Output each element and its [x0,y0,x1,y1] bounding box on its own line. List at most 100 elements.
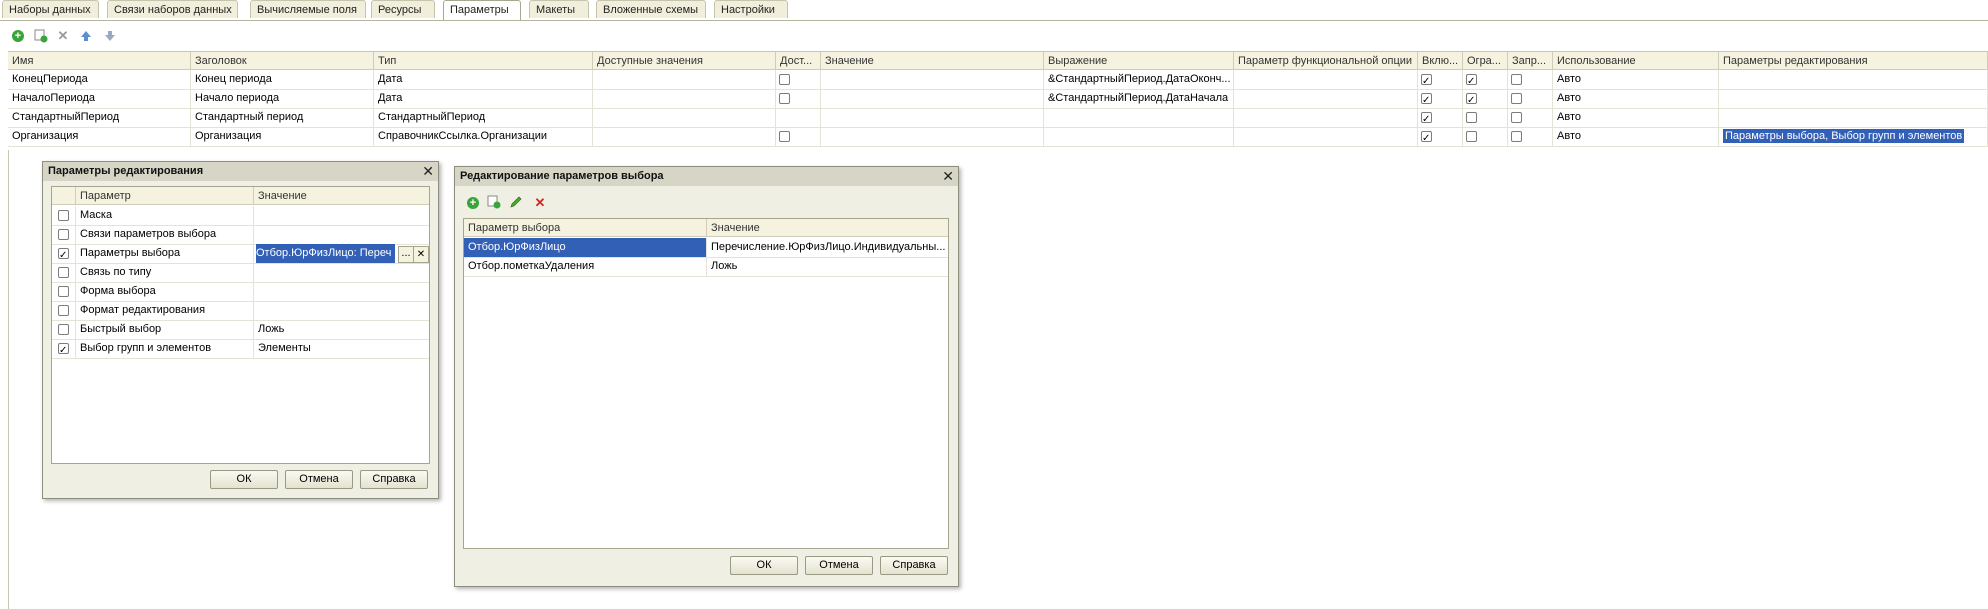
col-header-title[interactable]: Заголовок [191,52,374,70]
cell-value[interactable]: Отбор.ЮрФизЛицо: Переч ... ✕ [254,244,429,263]
ellipsis-button[interactable]: ... [398,246,414,263]
tab-dataset-links[interactable]: Связи наборов данных [107,0,238,18]
add-icon[interactable]: + [465,195,481,211]
move-up-icon[interactable] [78,28,94,44]
cell-value [821,70,1044,89]
row-checkbox[interactable] [58,304,69,316]
limit-checkbox[interactable] [1466,72,1477,89]
tab-calculated-fields[interactable]: Вычисляемые поля [250,0,366,18]
table-row[interactable]: Формат редактирования [52,301,429,321]
cell-expression [1044,108,1234,127]
table-row[interactable]: КонецПериода Конец периода Дата &Стандар… [8,70,1988,90]
forbid-checkbox[interactable] [1511,73,1522,85]
edit-icon[interactable] [509,195,525,211]
col-header-functional-option[interactable]: Параметр функциональной опции [1234,52,1418,70]
ok-button[interactable]: ОК [730,556,798,575]
cell-type: СтандартныйПериод [374,108,593,127]
cancel-button[interactable]: Отмена [805,556,873,575]
available-checkbox[interactable] [779,92,790,104]
close-icon[interactable]: ✕ [422,162,434,181]
tab-nested-schemas[interactable]: Вложенные схемы [596,0,706,18]
delete-icon[interactable]: ✕ [55,28,71,44]
include-checkbox[interactable] [1421,110,1432,127]
row-checkbox[interactable] [58,228,69,240]
row-checkbox[interactable] [58,341,69,358]
table-row[interactable]: СтандартныйПериод Стандартный период Ста… [8,108,1988,128]
row-checkbox[interactable] [58,246,69,263]
table-row[interactable]: Связь по типу [52,263,429,283]
tab-bar: Наборы данных Связи наборов данных Вычис… [0,0,1988,21]
delete-icon[interactable]: ✕ [532,195,548,211]
available-checkbox[interactable] [779,73,790,85]
table-row[interactable]: Форма выбора [52,282,429,302]
table-row[interactable]: Быстрый выбор Ложь [52,320,429,340]
choice-params-value[interactable]: Отбор.ЮрФизЛицо: Переч [256,244,395,263]
cancel-button[interactable]: Отмена [285,470,353,489]
add-icon[interactable]: + [10,28,26,44]
table-row[interactable]: Выбор групп и элементов Элементы [52,339,429,359]
tab-parameters[interactable]: Параметры [443,0,521,20]
include-checkbox[interactable] [1421,129,1432,146]
cell-title: Начало периода [191,89,374,108]
tab-settings[interactable]: Настройки [714,0,788,18]
col-header-available[interactable]: Дост... [776,52,821,70]
cell-functional-option [1234,127,1418,146]
move-down-icon[interactable] [102,28,118,44]
clear-icon[interactable]: ✕ [413,246,429,263]
table-row[interactable]: Отбор.ЮрФизЛицо Перечисление.ЮрФизЛицо.И… [464,238,948,258]
col-header-available-values[interactable]: Доступные значения [593,52,776,70]
col-header-usage[interactable]: Использование [1553,52,1719,70]
table-row[interactable]: Связи параметров выбора [52,225,429,245]
cell-value: Перечисление.ЮрФизЛицо.Индивидуальны... [711,241,946,253]
cell-type: СправочникСсылка.Организации [374,127,593,146]
help-button[interactable]: Справка [360,470,428,489]
cell-available [776,70,821,89]
table-row[interactable]: Организация Организация СправочникСсылка… [8,127,1988,147]
col-header-expression[interactable]: Выражение [1044,52,1234,70]
cell-edit-params[interactable]: Параметры выбора, Выбор групп и элементо… [1719,127,1988,146]
tab-datasets[interactable]: Наборы данных [2,0,99,18]
cell-usage: Авто [1553,108,1719,127]
forbid-checkbox[interactable] [1511,130,1522,142]
col-header-forbid[interactable]: Запр... [1508,52,1553,70]
help-button[interactable]: Справка [880,556,948,575]
edit-params-value[interactable]: Параметры выбора, Выбор групп и элементо… [1723,129,1965,143]
dialog-title: Параметры редактирования [43,162,438,181]
cell-limit [1463,89,1508,108]
cell-name: НачалоПериода [8,89,191,108]
limit-checkbox[interactable] [1466,111,1477,123]
include-checkbox[interactable] [1421,91,1432,108]
forbid-checkbox[interactable] [1511,111,1522,123]
cell-value [821,127,1044,146]
col-header-value[interactable]: Значение [821,52,1044,70]
ok-button[interactable]: ОК [210,470,278,489]
include-checkbox[interactable] [1421,72,1432,89]
copy-add-icon[interactable] [487,195,503,211]
limit-checkbox[interactable] [1466,91,1477,108]
table-row[interactable]: Параметры выбора Отбор.ЮрФизЛицо: Переч … [52,244,429,264]
table-row[interactable]: Маска [52,206,429,226]
col-header-limit[interactable]: Огра... [1463,52,1508,70]
cell-expression: &СтандартныйПериод.ДатаОконч... [1044,70,1234,89]
cell-limit [1463,127,1508,146]
row-checkbox[interactable] [58,266,69,278]
table-row[interactable]: Отбор.пометкаУдаления Ложь [464,257,948,277]
col-header-name[interactable]: Имя [8,52,191,70]
col-header-include[interactable]: Вклю... [1418,52,1463,70]
col-header-type[interactable]: Тип [374,52,593,70]
tab-resources[interactable]: Ресурсы [371,0,435,18]
tab-templates[interactable]: Макеты [529,0,589,18]
col-header-edit-params[interactable]: Параметры редактирования [1719,52,1988,70]
cell-forbid [1508,127,1553,146]
limit-checkbox[interactable] [1466,130,1477,142]
close-icon[interactable]: ✕ [942,167,954,186]
cell-limit [1463,108,1508,127]
row-checkbox[interactable] [58,323,69,335]
copy-add-icon[interactable] [33,28,49,44]
row-checkbox[interactable] [58,209,69,221]
cell-usage: Авто [1553,127,1719,146]
table-row[interactable]: НачалоПериода Начало периода Дата &Станд… [8,89,1988,109]
available-checkbox[interactable] [779,130,790,142]
row-checkbox[interactable] [58,285,69,297]
forbid-checkbox[interactable] [1511,92,1522,104]
